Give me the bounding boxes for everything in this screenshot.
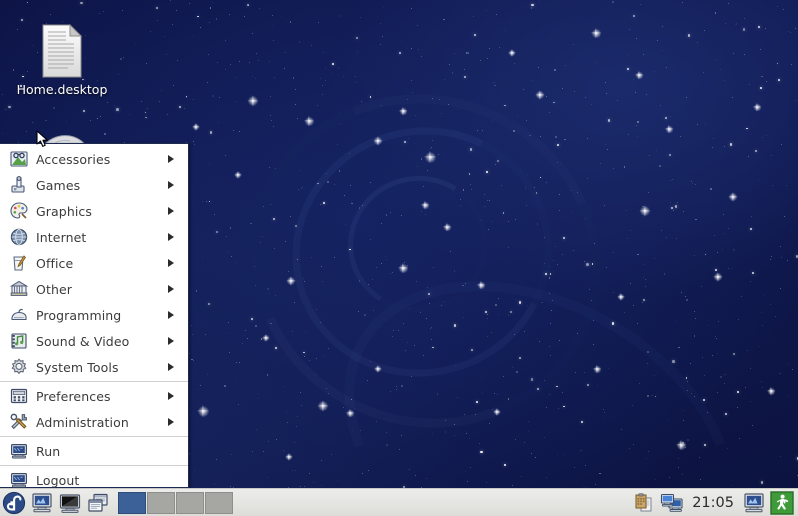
windows-icon <box>88 493 108 512</box>
menu-item-label: Logout <box>36 472 80 488</box>
menu-item-label: Other <box>36 281 72 297</box>
submenu-arrow-icon <box>164 328 180 354</box>
submenu-arrow-icon <box>164 302 180 328</box>
submenu-arrow-icon <box>164 146 180 172</box>
menu-item-label: Administration <box>36 414 129 430</box>
applications-menu[interactable]: Accessories Games Graphics Internet Offi… <box>0 143 189 488</box>
wallpaper-swirl-ring <box>286 214 795 488</box>
clipboard-icon <box>635 492 652 511</box>
menu-item-games[interactable]: Games <box>0 172 188 198</box>
workspace-1[interactable] <box>118 491 146 514</box>
sound-video-icon <box>8 330 30 352</box>
menu-separator <box>0 436 188 437</box>
terminal-launcher[interactable] <box>57 490 83 516</box>
desktop-icon-home-desktop[interactable]: Home.desktop <box>14 24 110 97</box>
taskbar[interactable]: 21:05 <box>0 488 798 516</box>
menu-item-label: System Tools <box>36 359 119 375</box>
computer-icon <box>32 492 52 512</box>
workspace-4[interactable] <box>205 491 233 514</box>
mouse-cursor <box>36 130 48 147</box>
menu-item-internet[interactable]: Internet <box>0 224 188 250</box>
computer-icon <box>744 492 764 512</box>
system-tools-icon <box>8 356 30 378</box>
show-desktop-launcher[interactable] <box>85 490 111 516</box>
submenu-arrow-icon <box>164 250 180 276</box>
menu-item-label: Internet <box>36 229 87 245</box>
submenu-arrow-icon <box>164 224 180 250</box>
programming-icon <box>8 304 30 326</box>
exit-running-man-icon <box>770 490 794 515</box>
menu-item-system-tools[interactable]: System Tools <box>0 354 188 380</box>
menu-separator <box>0 381 188 382</box>
menu-item-run[interactable]: Run <box>0 438 188 464</box>
system-monitor-icon[interactable] <box>742 491 766 515</box>
submenu-arrow-icon <box>164 172 180 198</box>
submenu-arrow-icon <box>164 198 180 224</box>
menu-item-label: Games <box>36 177 81 193</box>
accessories-icon <box>8 148 30 170</box>
fedora-logo-icon <box>2 491 26 514</box>
menu-item-label: Programming <box>36 307 122 323</box>
workspace-3[interactable] <box>176 491 204 514</box>
office-icon <box>8 252 30 274</box>
clipboard-manager-icon[interactable] <box>632 491 656 515</box>
applications-menu-button[interactable] <box>1 490 27 516</box>
file-manager-launcher[interactable] <box>29 490 55 516</box>
terminal-icon <box>59 493 81 513</box>
wallpaper-swirl-ring <box>201 42 651 480</box>
submenu-arrow-icon <box>164 383 180 409</box>
network-monitor-icon[interactable] <box>660 491 684 515</box>
submenu-arrow-icon <box>164 409 180 435</box>
desktop-icon-label: Home.desktop <box>16 82 108 97</box>
workspace-2[interactable] <box>147 491 175 514</box>
menu-item-administration[interactable]: Administration <box>0 409 188 435</box>
workspace-switcher[interactable] <box>118 491 233 514</box>
menu-item-preferences[interactable]: Preferences <box>0 383 188 409</box>
other-icon <box>8 278 30 300</box>
menu-item-other[interactable]: Other <box>0 276 188 302</box>
menu-item-label: Graphics <box>36 203 93 219</box>
system-tray[interactable]: 21:05 <box>630 490 796 516</box>
menu-item-office[interactable]: Office <box>0 250 188 276</box>
submenu-arrow-icon <box>164 276 180 302</box>
preferences-icon <box>8 385 30 407</box>
window-task-list[interactable] <box>233 490 630 516</box>
menu-item-label: Office <box>36 255 74 271</box>
menu-item-accessories[interactable]: Accessories <box>0 146 188 172</box>
submenu-arrow-icon <box>164 354 180 380</box>
graphics-icon <box>8 200 30 222</box>
internet-globe-icon <box>8 226 30 248</box>
network-computers-icon <box>661 493 683 512</box>
menu-item-label: Run <box>36 443 61 459</box>
menu-item-sound-video[interactable]: Sound & Video <box>0 328 188 354</box>
menu-item-label: Sound & Video <box>36 333 130 349</box>
menu-item-label: Accessories <box>36 151 111 167</box>
document-icon <box>42 24 83 78</box>
clock[interactable]: 21:05 <box>686 495 740 511</box>
administration-icon <box>8 411 30 433</box>
games-icon <box>8 174 30 196</box>
submenu-arrow-icon <box>164 438 180 464</box>
wallpaper-swirl-ring <box>260 93 584 411</box>
menu-item-label: Preferences <box>36 388 111 404</box>
menu-separator <box>0 465 188 466</box>
run-icon <box>8 440 30 462</box>
menu-item-programming[interactable]: Programming <box>0 302 188 328</box>
wallpaper-swirl-ring <box>335 162 501 326</box>
logout-exit-icon[interactable] <box>770 490 794 515</box>
menu-item-graphics[interactable]: Graphics <box>0 198 188 224</box>
